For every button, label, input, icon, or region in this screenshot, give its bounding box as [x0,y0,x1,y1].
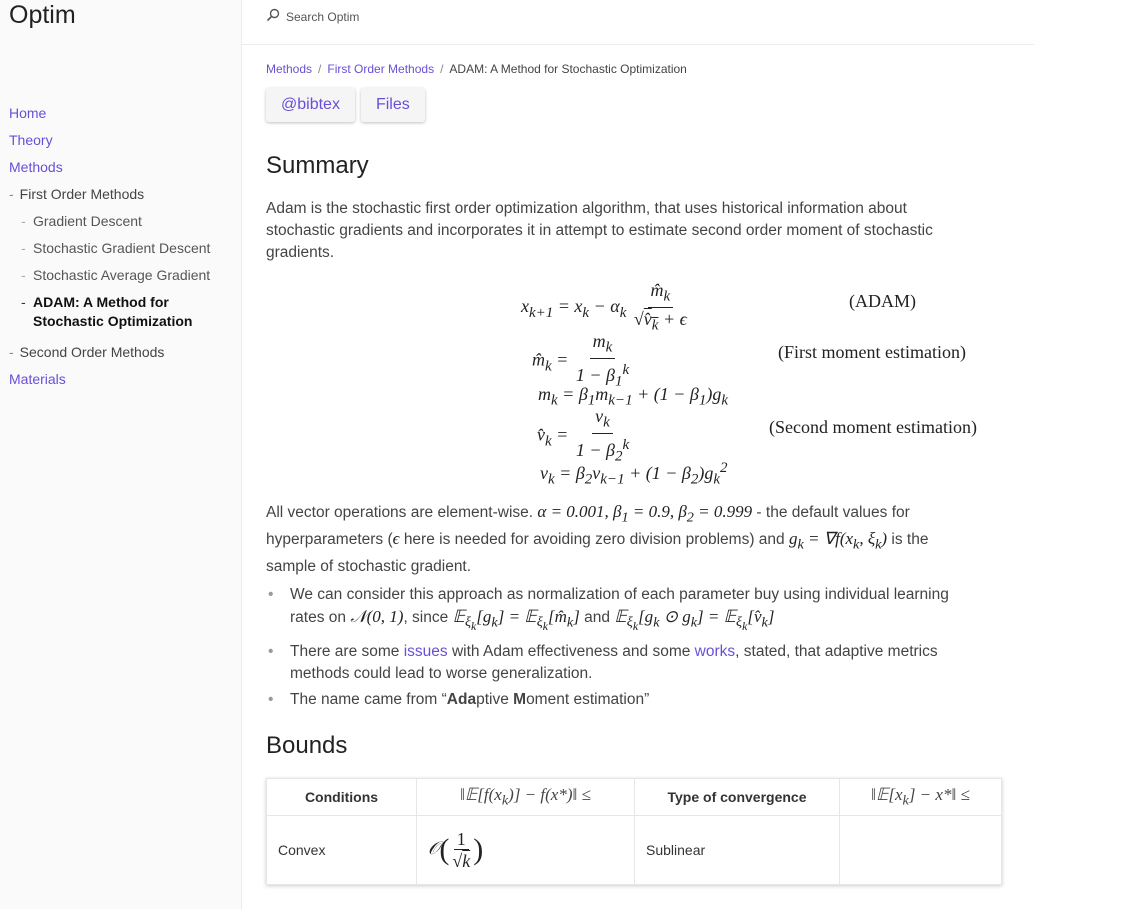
sidebar-item-sgd[interactable]: - Stochastic Gradient Descent [9,239,234,258]
summary-defaults-paragraph: All vector operations are element-wise. … [266,502,929,575]
bibtex-button[interactable]: @bibtex [266,88,355,122]
eq-first-moment: m̂k = mk 1 − β1k [532,331,630,390]
eq-tag-first-moment: (First moment estimation) [778,342,966,362]
search-input[interactable]: Search Optim [286,10,359,24]
sidebar-item-first-order-methods[interactable]: - First Order Methods [9,181,234,208]
eq-second-moment: v̂k = vk 1 − β2k [537,406,630,465]
action-buttons: @bibtex Files [266,88,425,122]
cell-function-rate: 𝒪(1 √k) [416,815,635,885]
eq-tag-adam: (ADAM) [849,291,916,311]
eq-update: xk+1 = xk − αk m̂k √v̂k + ϵ [521,280,687,334]
works-link[interactable]: works [695,643,735,660]
table-header-row: Conditions ‖𝔼[f(xk)] − f(x*)‖ ≤ Type of … [266,778,1002,816]
col-conditions: Conditions [266,778,417,816]
bounds-heading: Bounds [266,732,348,759]
breadcrumb-first-order-methods[interactable]: First Order Methods [327,62,434,76]
summary-intro: Adam is the stochastic first order optim… [266,200,933,261]
sidebar-item-methods[interactable]: Methods [9,154,234,181]
col-point-gap: ‖𝔼[xk] − x*‖ ≤ [839,778,1002,816]
search-box[interactable]: Search Optim [266,8,359,25]
cell-condition: Convex [266,815,417,885]
col-type-of-convergence: Type of convergence [634,778,840,816]
eq-v-update: vk = β2vk−1 + (1 − β2)gk2 [540,460,728,488]
col-function-gap: ‖𝔼[f(xk)] − f(x*)‖ ≤ [416,778,635,816]
sidebar-item-gradient-descent[interactable]: - Gradient Descent [9,212,234,231]
sidebar-nav: Home Theory Methods - First Order Methods… [9,100,234,393]
site-logo[interactable]: Optim [9,1,76,30]
sidebar-item-home[interactable]: Home [9,100,234,127]
cell-point-rate [839,815,1002,885]
top-bar: Search Optim [242,0,1034,45]
list-item: There are some issues with Adam effectiv… [266,641,986,685]
sidebar-item-adam[interactable]: - ADAM: A Method for Stochastic Optimizat… [9,293,234,331]
breadcrumb: Methods / First Order Methods / ADAM: A Meth… [266,62,687,76]
cell-convergence-type: Sublinear [634,815,840,885]
breadcrumb-current: ADAM: A Method for Stochastic Optimizati… [449,62,687,76]
search-icon [266,8,280,25]
list-item: The name came from “Adaptive Moment esti… [266,689,986,711]
sidebar-item-second-order-methods[interactable]: - Second Order Methods [9,339,234,366]
sidebar: Optim Home Theory Methods - First Order M… [0,0,242,909]
sidebar-item-sag[interactable]: - Stochastic Average Gradient [9,266,234,285]
list-item: We can consider this approach as normali… [266,584,986,637]
table-row: Convex 𝒪(1 √k) Sublinear [266,815,1002,885]
issues-link[interactable]: issues [404,643,448,660]
eq-tag-second-moment: (Second moment estimation) [769,417,977,437]
summary-bullets: We can consider this approach as normali… [266,584,986,715]
bounds-table: Conditions ‖𝔼[f(xk)] − f(x*)‖ ≤ Type of … [266,778,1002,885]
files-button[interactable]: Files [360,88,425,122]
sidebar-item-theory[interactable]: Theory [9,127,234,154]
breadcrumb-methods[interactable]: Methods [266,62,312,76]
sidebar-item-materials[interactable]: Materials [9,366,234,393]
summary-heading: Summary [266,152,369,179]
